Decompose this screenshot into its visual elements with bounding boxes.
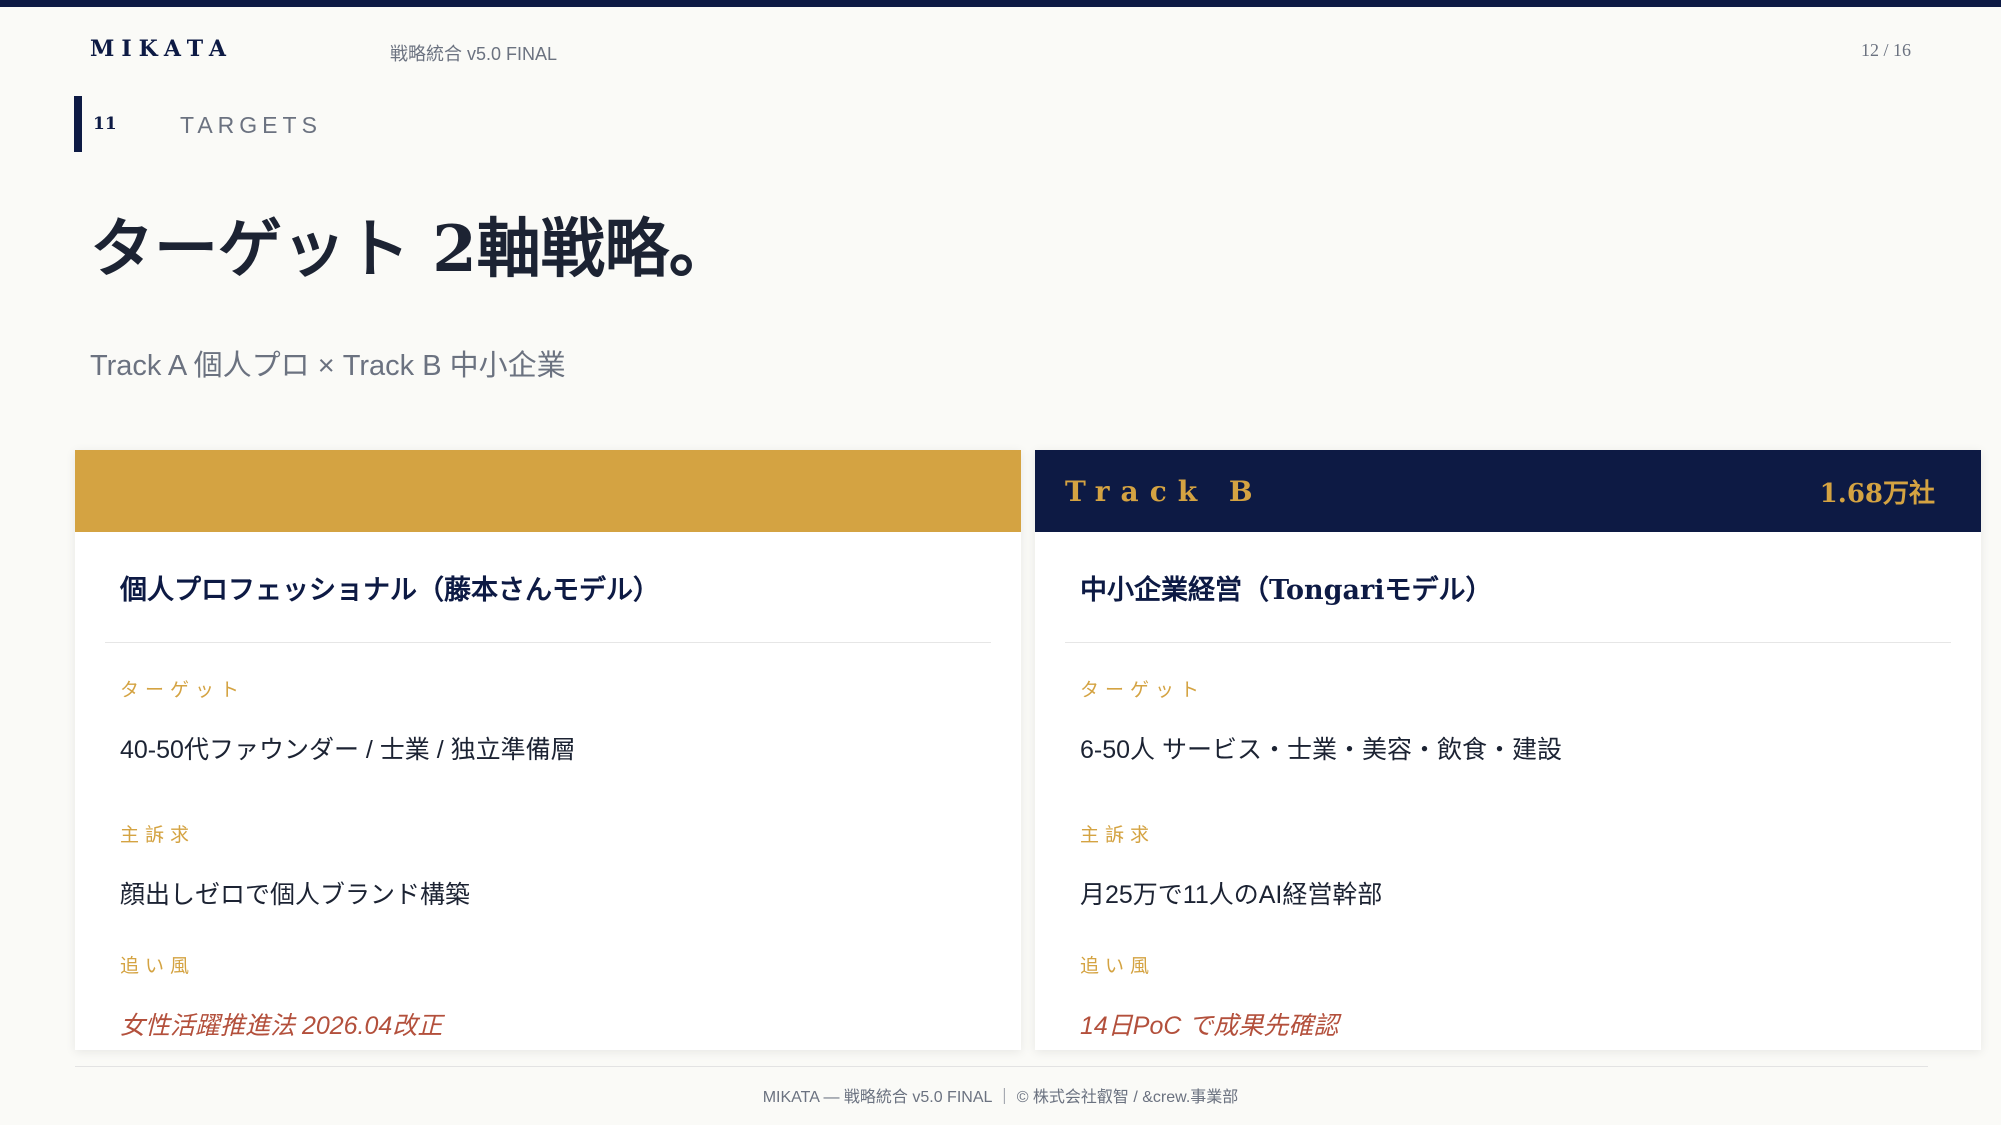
track-a-header (75, 450, 1021, 532)
track-b-tailwind-value: 14日PoC で成果先確認 (1080, 1012, 1339, 1040)
track-b-count: 1.68万社 (1819, 478, 1935, 509)
track-b-target-value: 6-50人 サービス・士業・美容・飲食・建設 (1080, 736, 1562, 764)
track-a-card: 個人プロフェッショナル（藤本さんモデル） ターゲット 40-50代ファウンダー … (75, 450, 1021, 1050)
track-b-target-label: ターゲット (1080, 679, 1206, 701)
document-title: 戦略統合 v5.0 FINAL (390, 44, 558, 64)
track-b-name: Track B (1065, 474, 1264, 508)
track-b-appeal-label: 主訴求 (1080, 824, 1156, 846)
track-b-title: 中小企業経営（Tongariモデル） (1065, 532, 1951, 643)
track-b-tailwind-label: 追い風 (1080, 955, 1156, 977)
track-b-header: Track B 1.68万社 (1035, 450, 1981, 532)
track-a-body: 個人プロフェッショナル（藤本さんモデル） ターゲット 40-50代ファウンダー … (75, 532, 1021, 1042)
track-b-body: 中小企業経営（Tongariモデル） ターゲット 6-50人 サービス・士業・美… (1035, 532, 1981, 1042)
section-marker-bar (74, 96, 82, 152)
slide-headline: ターゲット 2軸戦略。 (90, 212, 733, 287)
footer-text: MIKATA — 戦略統合 v5.0 FINAL ｜ © 株式会社叡智 / &c… (762, 1089, 1239, 1106)
track-b-appeal-value: 月25万で11人のAI経営幹部 (1080, 881, 1383, 909)
track-a-target-label: ターゲット (120, 679, 246, 701)
track-a-appeal-label: 主訴求 (120, 824, 196, 846)
page-indicator: 12 / 16 (1860, 40, 1911, 60)
track-a-appeal-value: 顔出しゼロで個人ブランド構築 (120, 881, 471, 909)
track-a-title: 個人プロフェッショナル（藤本さんモデル） (105, 532, 991, 643)
section-number: 11 (93, 114, 117, 134)
section-label: TARGETS (180, 112, 322, 138)
track-a-tailwind-value: 女性活躍推進法 2026.04改正 (120, 1012, 443, 1040)
track-b-card: Track B 1.68万社 中小企業経営（Tongariモデル） ターゲット … (1035, 450, 1981, 1050)
top-accent-bar (0, 0, 2001, 7)
track-a-tailwind-label: 追い風 (120, 955, 196, 977)
slide-subheadline: Track A 個人プロ × Track B 中小企業 (90, 350, 566, 382)
footer-divider (75, 1066, 1928, 1067)
track-a-target-value: 40-50代ファウンダー / 士業 / 独立準備層 (120, 736, 576, 764)
brand-logo: MIKATA (90, 36, 233, 62)
